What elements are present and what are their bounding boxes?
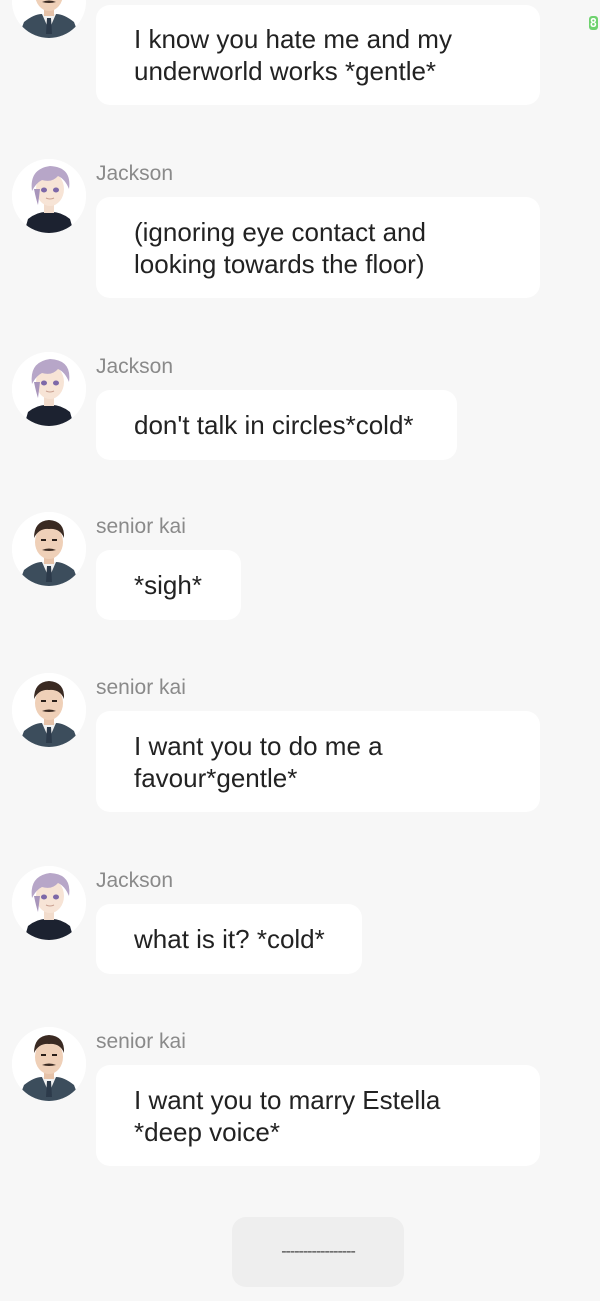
senior-kai-avatar[interactable] — [12, 512, 86, 586]
jackson-avatar[interactable] — [12, 159, 86, 233]
senior-kai-avatar[interactable] — [12, 673, 86, 747]
message-bubble: (ignoring eye contact and looking toward… — [96, 197, 540, 298]
message-text: I want you to do me a favour*gentle* — [134, 730, 383, 793]
speaker-name: Jackson — [96, 355, 174, 378]
message-bubble: I know you hate me and my underworld wor… — [96, 5, 540, 105]
message-bubble: *sigh* — [96, 550, 241, 620]
continue-button-label: ----------------- — [281, 1243, 356, 1260]
continue-button[interactable]: ----------------- — [232, 1217, 404, 1287]
message-text: what is it? *cold* — [134, 924, 325, 954]
message-text: don't talk in circles*cold* — [134, 410, 414, 440]
message-bubble: I want you to do me a favour*gentle* — [96, 711, 540, 812]
message-bubble: I want you to marry Estella *deep voice* — [96, 1065, 540, 1166]
message-text: (ignoring eye contact and looking toward… — [134, 216, 426, 279]
senior-kai-avatar[interactable] — [12, 0, 86, 38]
speaker-name: Jackson — [96, 162, 174, 185]
status-indicator: 8 — [588, 16, 598, 30]
message-bubble: what is it? *cold* — [96, 904, 362, 974]
message-text: *sigh* — [134, 570, 202, 600]
speaker-name: senior kai — [96, 1030, 186, 1053]
jackson-avatar[interactable] — [12, 866, 86, 940]
senior-kai-avatar[interactable] — [12, 1027, 86, 1101]
message-bubble: don't talk in circles*cold* — [96, 390, 457, 460]
speaker-name: senior kai — [96, 676, 186, 699]
jackson-avatar[interactable] — [12, 352, 86, 426]
speaker-name: senior kai — [96, 515, 186, 538]
message-text: I know you hate me and my underworld wor… — [134, 24, 452, 86]
speaker-name: Jackson — [96, 869, 174, 892]
message-text: I want you to marry Estella *deep voice* — [134, 1084, 441, 1147]
